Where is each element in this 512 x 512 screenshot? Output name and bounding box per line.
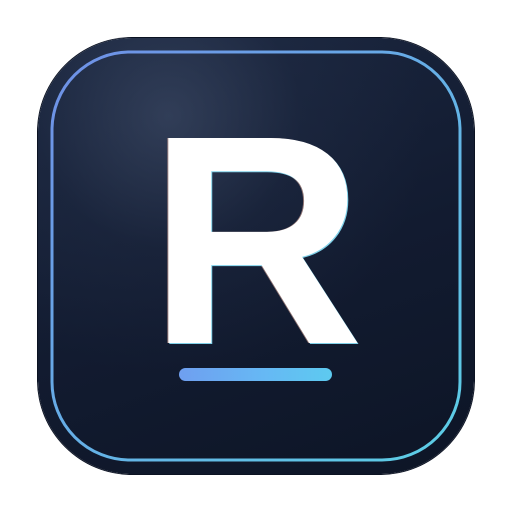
canvas: R (0, 0, 512, 512)
app-letter: R (148, 74, 364, 407)
underline-bar (179, 368, 332, 381)
